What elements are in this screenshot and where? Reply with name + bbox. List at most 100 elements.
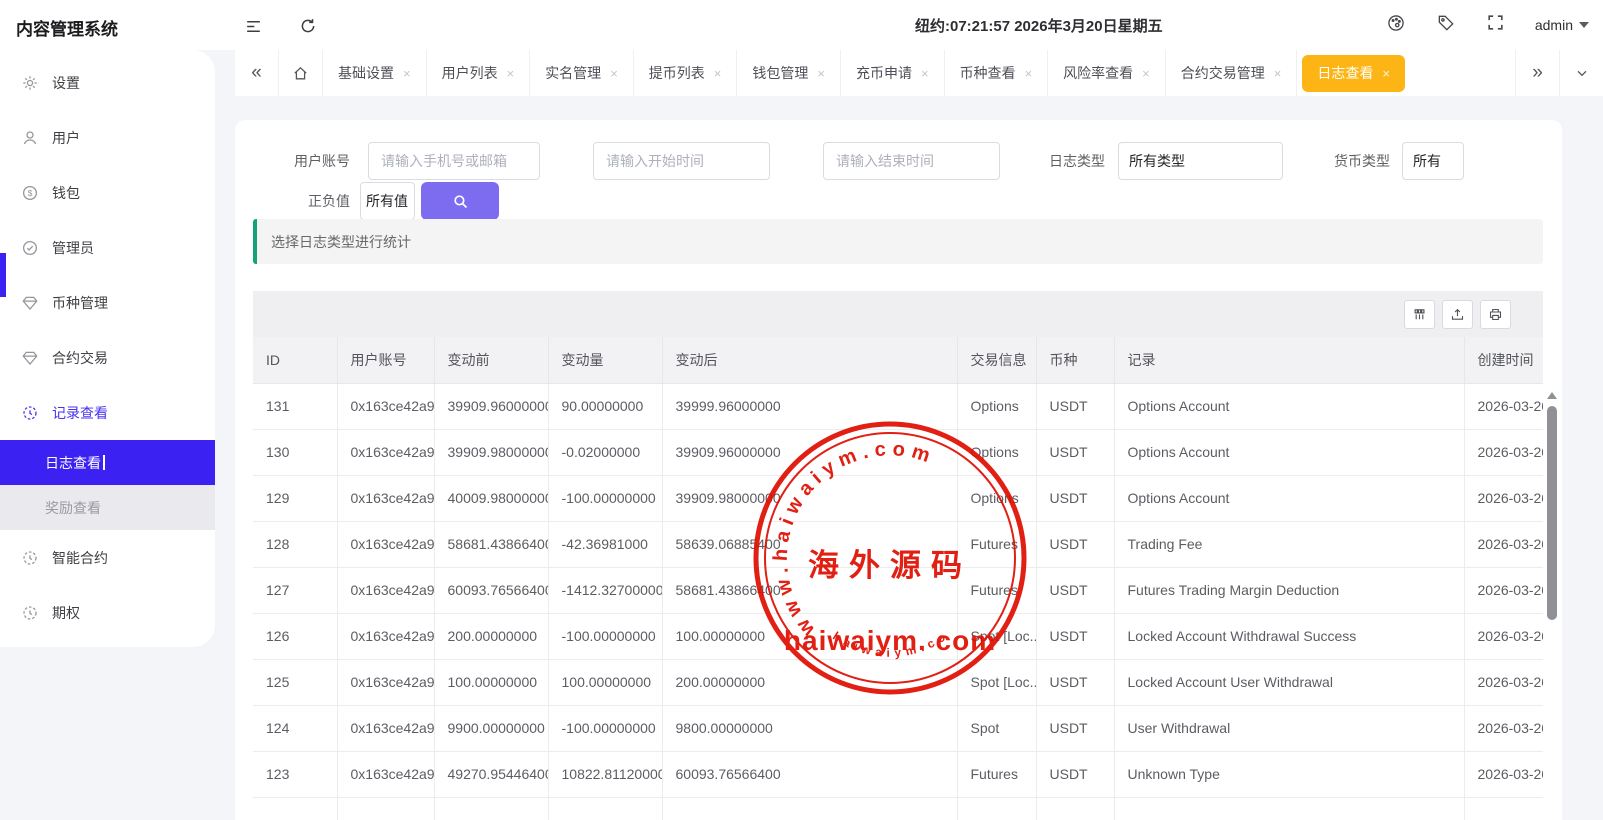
history-icon bbox=[21, 604, 39, 622]
table-row[interactable]: 1240x163ce42a9b...9900.00000000-100.0000… bbox=[253, 705, 1543, 751]
text-cursor bbox=[103, 455, 105, 470]
sidebar-item-users[interactable]: 用户 bbox=[0, 110, 215, 165]
info-alert: 选择日志类型进行统计 bbox=[253, 219, 1543, 264]
gem-icon bbox=[21, 294, 39, 312]
sidebar-scroll-indicator bbox=[0, 253, 6, 297]
records-submenu: 日志查看 奖励查看 bbox=[0, 440, 215, 530]
close-icon[interactable]: × bbox=[714, 66, 722, 81]
top-header: 内容管理系统 纽约:07:21:57 2026年3月20日星期五 admin bbox=[0, 0, 1603, 50]
tabs-scroll-right-icon[interactable]: » bbox=[1515, 50, 1559, 96]
col-before: 变动前 bbox=[434, 337, 548, 383]
history-icon bbox=[21, 549, 39, 567]
home-icon[interactable] bbox=[279, 50, 323, 96]
user-menu[interactable]: admin bbox=[1535, 17, 1589, 33]
export-button[interactable] bbox=[1442, 300, 1473, 329]
account-input[interactable] bbox=[368, 142, 540, 180]
tab-kyc-management[interactable]: 实名管理× bbox=[530, 50, 634, 96]
tab-basic-settings[interactable]: 基础设置× bbox=[323, 50, 427, 96]
tab-deposit-requests[interactable]: 充币申请× bbox=[841, 50, 945, 96]
col-id: ID bbox=[253, 337, 337, 383]
tab-contract-trade-management[interactable]: 合约交易管理× bbox=[1166, 50, 1298, 96]
log-type-label: 日志类型 bbox=[1045, 142, 1105, 180]
account-label: 用户账号 bbox=[275, 142, 350, 180]
sign-select[interactable]: 所有值 bbox=[360, 182, 415, 220]
columns-icon bbox=[1412, 307, 1427, 322]
fullscreen-icon[interactable] bbox=[1486, 13, 1505, 37]
tab-bar: « 基础设置× 用户列表× 实名管理× 提币列表× 钱包管理× 充币申请× 币种… bbox=[235, 50, 1603, 96]
close-icon[interactable]: × bbox=[1382, 66, 1390, 81]
sidebar-item-settings[interactable]: 设置 bbox=[0, 55, 215, 110]
tabs-collapse-left-icon[interactable]: « bbox=[235, 50, 279, 96]
start-time-input[interactable] bbox=[593, 142, 770, 180]
log-type-select[interactable]: 所有类型 bbox=[1118, 142, 1283, 180]
close-icon[interactable]: × bbox=[1025, 66, 1033, 81]
sidebar-item-records[interactable]: 记录查看 bbox=[0, 385, 215, 440]
end-time-input[interactable] bbox=[823, 142, 1000, 180]
refresh-icon[interactable] bbox=[295, 13, 321, 39]
col-record: 记录 bbox=[1114, 337, 1464, 383]
tabs-menu-chevron-down-icon[interactable] bbox=[1559, 50, 1603, 96]
close-icon[interactable]: × bbox=[610, 66, 618, 81]
table-row[interactable]: 1230x163ce42a9b...49270.9544640010822.81… bbox=[253, 751, 1543, 797]
close-icon[interactable]: × bbox=[403, 66, 411, 81]
table-row-partial[interactable] bbox=[253, 797, 1543, 820]
log-table: ID 用户账号 变动前 变动量 变动后 交易信息 币种 记录 创建时间 1310… bbox=[253, 337, 1543, 820]
search-button[interactable] bbox=[421, 182, 499, 220]
col-after: 变动后 bbox=[662, 337, 957, 383]
sidebar-item-admins[interactable]: 管理员 bbox=[0, 220, 215, 275]
search-icon bbox=[452, 193, 469, 210]
tab-coin-view[interactable]: 币种查看× bbox=[945, 50, 1049, 96]
print-button[interactable] bbox=[1480, 300, 1511, 329]
svg-text:$: $ bbox=[28, 189, 33, 198]
tab-user-list[interactable]: 用户列表× bbox=[427, 50, 531, 96]
submenu-item-reward-view[interactable]: 奖励查看 bbox=[0, 485, 215, 530]
sign-label: 正负值 bbox=[295, 182, 350, 220]
col-created: 创建时间 bbox=[1464, 337, 1543, 383]
close-icon[interactable]: × bbox=[921, 66, 929, 81]
palette-icon[interactable] bbox=[1386, 13, 1406, 38]
col-info: 交易信息 bbox=[957, 337, 1036, 383]
user-name: admin bbox=[1535, 17, 1573, 33]
table-header-row: ID 用户账号 变动前 变动量 变动后 交易信息 币种 记录 创建时间 bbox=[253, 337, 1543, 383]
table-row[interactable]: 1290x163ce42a9b...40009.98000000-100.000… bbox=[253, 475, 1543, 521]
table-row[interactable]: 1310x163ce42a9b...39909.9600000090.00000… bbox=[253, 383, 1543, 429]
currency-type-select[interactable]: 所有 bbox=[1402, 142, 1464, 180]
close-icon[interactable]: × bbox=[817, 66, 825, 81]
close-icon[interactable]: × bbox=[1274, 66, 1282, 81]
table-toolbar bbox=[253, 291, 1543, 337]
close-icon[interactable]: × bbox=[1142, 66, 1150, 81]
table-row[interactable]: 1280x163ce42a9b...58681.43866400-42.3698… bbox=[253, 521, 1543, 567]
clock-text: 纽约:07:21:57 2026年3月20日星期五 bbox=[915, 15, 1163, 36]
tab-wallet-management[interactable]: 钱包管理× bbox=[737, 50, 841, 96]
table-row[interactable]: 1300x163ce42a9b...39909.98000000-0.02000… bbox=[253, 429, 1543, 475]
tab-risk-rate-view[interactable]: 风险率查看× bbox=[1048, 50, 1166, 96]
tab-withdrawal-list[interactable]: 提币列表× bbox=[634, 50, 738, 96]
col-change: 变动量 bbox=[548, 337, 662, 383]
tab-log-view-active[interactable]: 日志查看× bbox=[1302, 55, 1405, 92]
scrollbar-thumb[interactable] bbox=[1547, 406, 1557, 620]
table-vertical-scrollbar[interactable] bbox=[1546, 388, 1558, 820]
sidebar-item-coin-management[interactable]: 币种管理 bbox=[0, 275, 215, 330]
sidebar-item-wallet[interactable]: $ 钱包 bbox=[0, 165, 215, 220]
user-icon bbox=[21, 129, 39, 147]
caret-down-icon bbox=[1579, 22, 1589, 28]
app-title: 内容管理系统 bbox=[16, 15, 118, 40]
col-coin: 币种 bbox=[1036, 337, 1114, 383]
tag-icon[interactable] bbox=[1436, 13, 1456, 38]
shield-check-icon bbox=[21, 239, 39, 257]
dollar-circle-icon: $ bbox=[21, 184, 39, 202]
table-row[interactable]: 1250x163ce42a9b...100.00000000100.000000… bbox=[253, 659, 1543, 705]
close-icon[interactable]: × bbox=[507, 66, 515, 81]
menu-fold-icon[interactable] bbox=[240, 13, 266, 39]
table-row[interactable]: 1260x163ce42a9b...200.00000000-100.00000… bbox=[253, 613, 1543, 659]
columns-setting-button[interactable] bbox=[1404, 300, 1435, 329]
table-row[interactable]: 1270x163ce42a9b...60093.76566400-1412.32… bbox=[253, 567, 1543, 613]
scroll-up-arrow-icon[interactable] bbox=[1547, 392, 1557, 399]
export-icon bbox=[1450, 307, 1465, 322]
submenu-item-log-view[interactable]: 日志查看 bbox=[0, 440, 215, 485]
sidebar-item-options[interactable]: 期权 bbox=[0, 585, 215, 640]
sidebar-item-smart-contract[interactable]: 智能合约 bbox=[0, 530, 215, 585]
gem-icon bbox=[21, 349, 39, 367]
history-icon bbox=[21, 404, 39, 422]
sidebar-item-contract-trading[interactable]: 合约交易 bbox=[0, 330, 215, 385]
